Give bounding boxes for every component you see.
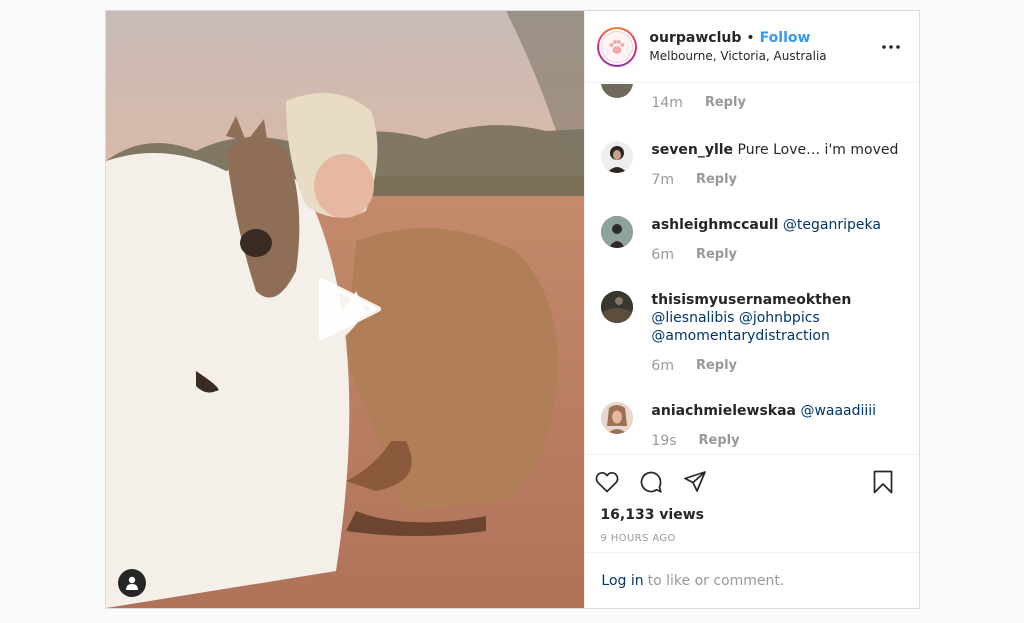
follow-button[interactable]: Follow xyxy=(760,30,811,46)
comment-item: seven_ylle Pure Love… i'm moved 7m Reply xyxy=(601,141,903,189)
profile-avatar[interactable] xyxy=(597,26,638,67)
comment-username[interactable]: ashleighmccaull xyxy=(651,217,778,233)
reply-button[interactable]: Reply xyxy=(696,171,737,189)
tagged-users-button[interactable] xyxy=(118,569,146,597)
video-player[interactable] xyxy=(106,11,585,608)
comment-time: 14m xyxy=(651,95,683,111)
location-link[interactable]: Melbourne, Victoria, Australia xyxy=(649,49,879,63)
separator-dot: • xyxy=(746,30,755,46)
comment-item: aniachmielewskaa @waaadiiii 19s Reply xyxy=(601,402,903,450)
comment-text: Pure Love… i'm moved xyxy=(737,142,899,158)
person-icon xyxy=(126,576,138,590)
post-username[interactable]: ourpawclub xyxy=(649,30,741,46)
post-sidebar: ourpawclub • Follow Melbourne, Victoria,… xyxy=(584,11,919,608)
comment-username[interactable]: seven_ylle xyxy=(651,142,733,158)
comment-username[interactable]: thisismyusernameokthen xyxy=(651,291,901,309)
login-suffix: to like or comment. xyxy=(647,572,785,589)
view-count[interactable]: 16,133 views xyxy=(600,507,909,523)
post-actions: 16,133 views 9 HOURS AGO xyxy=(585,454,919,544)
commenter-avatar[interactable] xyxy=(601,141,634,173)
like-button[interactable] xyxy=(595,470,619,494)
comment-time: 19s xyxy=(651,433,677,449)
reply-button[interactable]: Reply xyxy=(705,94,746,112)
comments-list[interactable]: 14m Reply seven_ylle Pure Love… i'm move… xyxy=(585,84,919,454)
comment-item: thisismyusernameokthen @liesnalibis @joh… xyxy=(601,291,903,375)
comment-mention[interactable]: @liesnalibis @johnbpics xyxy=(651,309,901,327)
play-button[interactable] xyxy=(316,275,382,343)
comment-time: 6m xyxy=(651,358,674,374)
header-text: ourpawclub • Follow Melbourne, Victoria,… xyxy=(649,30,879,63)
more-options-button[interactable] xyxy=(879,35,903,59)
save-button[interactable] xyxy=(871,470,895,494)
comment-mention[interactable]: @teganripeka xyxy=(783,217,881,233)
comment-item: 14m Reply xyxy=(601,84,903,112)
heart-icon xyxy=(596,471,619,493)
bookmark-icon xyxy=(873,470,893,494)
comment-mention[interactable]: @waaadiiii xyxy=(800,403,876,419)
action-icons xyxy=(595,467,909,497)
comment-button[interactable] xyxy=(639,470,663,494)
share-button[interactable] xyxy=(683,470,707,494)
comment-item: ashleighmccaull @teganripeka 6m Reply xyxy=(601,216,903,264)
commenter-avatar[interactable] xyxy=(601,291,634,323)
post-timestamp[interactable]: 9 HOURS AGO xyxy=(600,533,909,544)
reply-button[interactable]: Reply xyxy=(696,357,737,375)
login-link[interactable]: Log in xyxy=(601,573,643,589)
comment-mention[interactable]: @amomentarydistraction xyxy=(651,327,901,345)
reply-button[interactable]: Reply xyxy=(699,432,740,450)
commenter-avatar[interactable] xyxy=(601,216,634,248)
login-prompt: Log in to like or comment. xyxy=(585,552,919,608)
post-card: ourpawclub • Follow Melbourne, Victoria,… xyxy=(105,10,920,609)
post-header: ourpawclub • Follow Melbourne, Victoria,… xyxy=(585,11,919,83)
reply-button[interactable]: Reply xyxy=(696,246,737,264)
comment-time: 6m xyxy=(651,247,674,263)
more-icon xyxy=(882,44,900,49)
paper-plane-icon xyxy=(684,471,707,492)
comment-time: 7m xyxy=(651,172,674,188)
comment-username[interactable]: aniachmielewskaa xyxy=(651,403,796,419)
commenter-avatar[interactable] xyxy=(601,402,634,434)
paw-icon xyxy=(610,39,625,54)
commenter-avatar[interactable] xyxy=(601,84,634,98)
speech-bubble-icon xyxy=(641,471,663,493)
